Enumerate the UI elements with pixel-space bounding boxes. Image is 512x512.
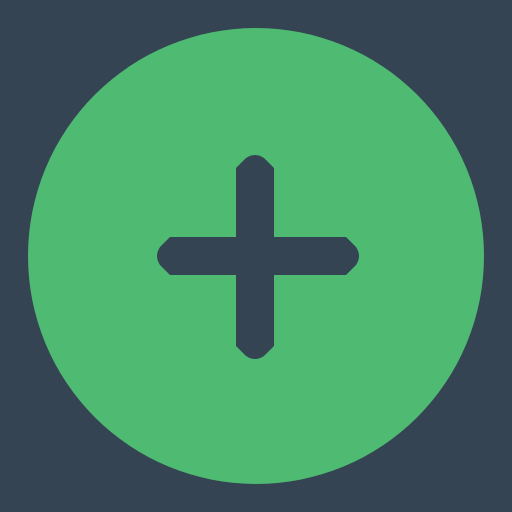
canvas-background xyxy=(0,0,512,512)
plus-icon-horizontal-bar xyxy=(157,237,359,275)
plus-icon xyxy=(157,155,359,359)
add-button[interactable] xyxy=(28,28,484,484)
